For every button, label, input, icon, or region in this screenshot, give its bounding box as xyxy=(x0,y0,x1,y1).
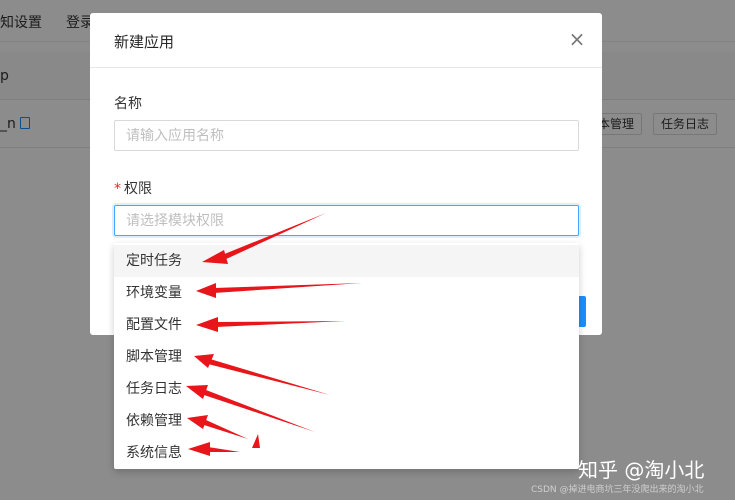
permission-select[interactable] xyxy=(114,205,579,236)
permission-dropdown: 定时任务 环境变量 配置文件 脚本管理 任务日志 依赖管理 系统信息 xyxy=(114,243,579,469)
watermark-csdn: CSDN @掉进电商坑三年没爬出来的淘小北 xyxy=(531,485,704,495)
option-dependency-manage[interactable]: 依赖管理 xyxy=(114,405,579,437)
modal-title: 新建应用 xyxy=(114,33,175,51)
required-mark: * xyxy=(114,181,121,197)
modal-header: 新建应用 × xyxy=(90,13,602,68)
close-icon[interactable]: × xyxy=(566,29,588,51)
name-label: 名称 xyxy=(114,96,142,112)
option-system-info[interactable]: 系统信息 xyxy=(114,437,579,469)
watermark-zhihu: 知乎 @淘小北 xyxy=(578,458,705,482)
name-input[interactable] xyxy=(114,120,579,151)
option-script-manage[interactable]: 脚本管理 xyxy=(114,341,579,373)
option-cron-task[interactable]: 定时任务 xyxy=(114,245,579,277)
permission-label-text: 权限 xyxy=(124,181,152,197)
option-task-log[interactable]: 任务日志 xyxy=(114,373,579,405)
option-env-vars[interactable]: 环境变量 xyxy=(114,277,579,309)
option-config-file[interactable]: 配置文件 xyxy=(114,309,579,341)
permission-label: * 权限 xyxy=(114,178,152,198)
